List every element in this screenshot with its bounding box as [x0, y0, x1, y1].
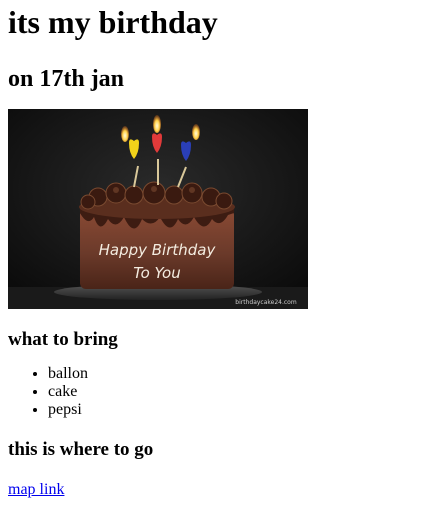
birthday-cake-image: Happy Birthday To You birthdaycake24.com: [8, 109, 308, 309]
bring-list: ballon cake pepsi: [8, 365, 420, 419]
page-title: its my birthday: [8, 4, 218, 40]
where-heading: this is where to go: [8, 439, 154, 460]
map-link[interactable]: map link: [8, 481, 64, 498]
cake-text-line1: Happy Birthday: [99, 241, 217, 259]
list-item: ballon: [48, 365, 420, 383]
image-watermark: birthdaycake24.com: [235, 299, 297, 306]
list-item: cake: [48, 383, 420, 401]
page-subtitle: on 17th jan: [8, 66, 125, 92]
list-item: pepsi: [48, 401, 420, 419]
bring-heading: what to bring: [8, 329, 118, 350]
map-paragraph: map link: [8, 481, 420, 499]
cake-text-line2: To You: [133, 264, 180, 282]
